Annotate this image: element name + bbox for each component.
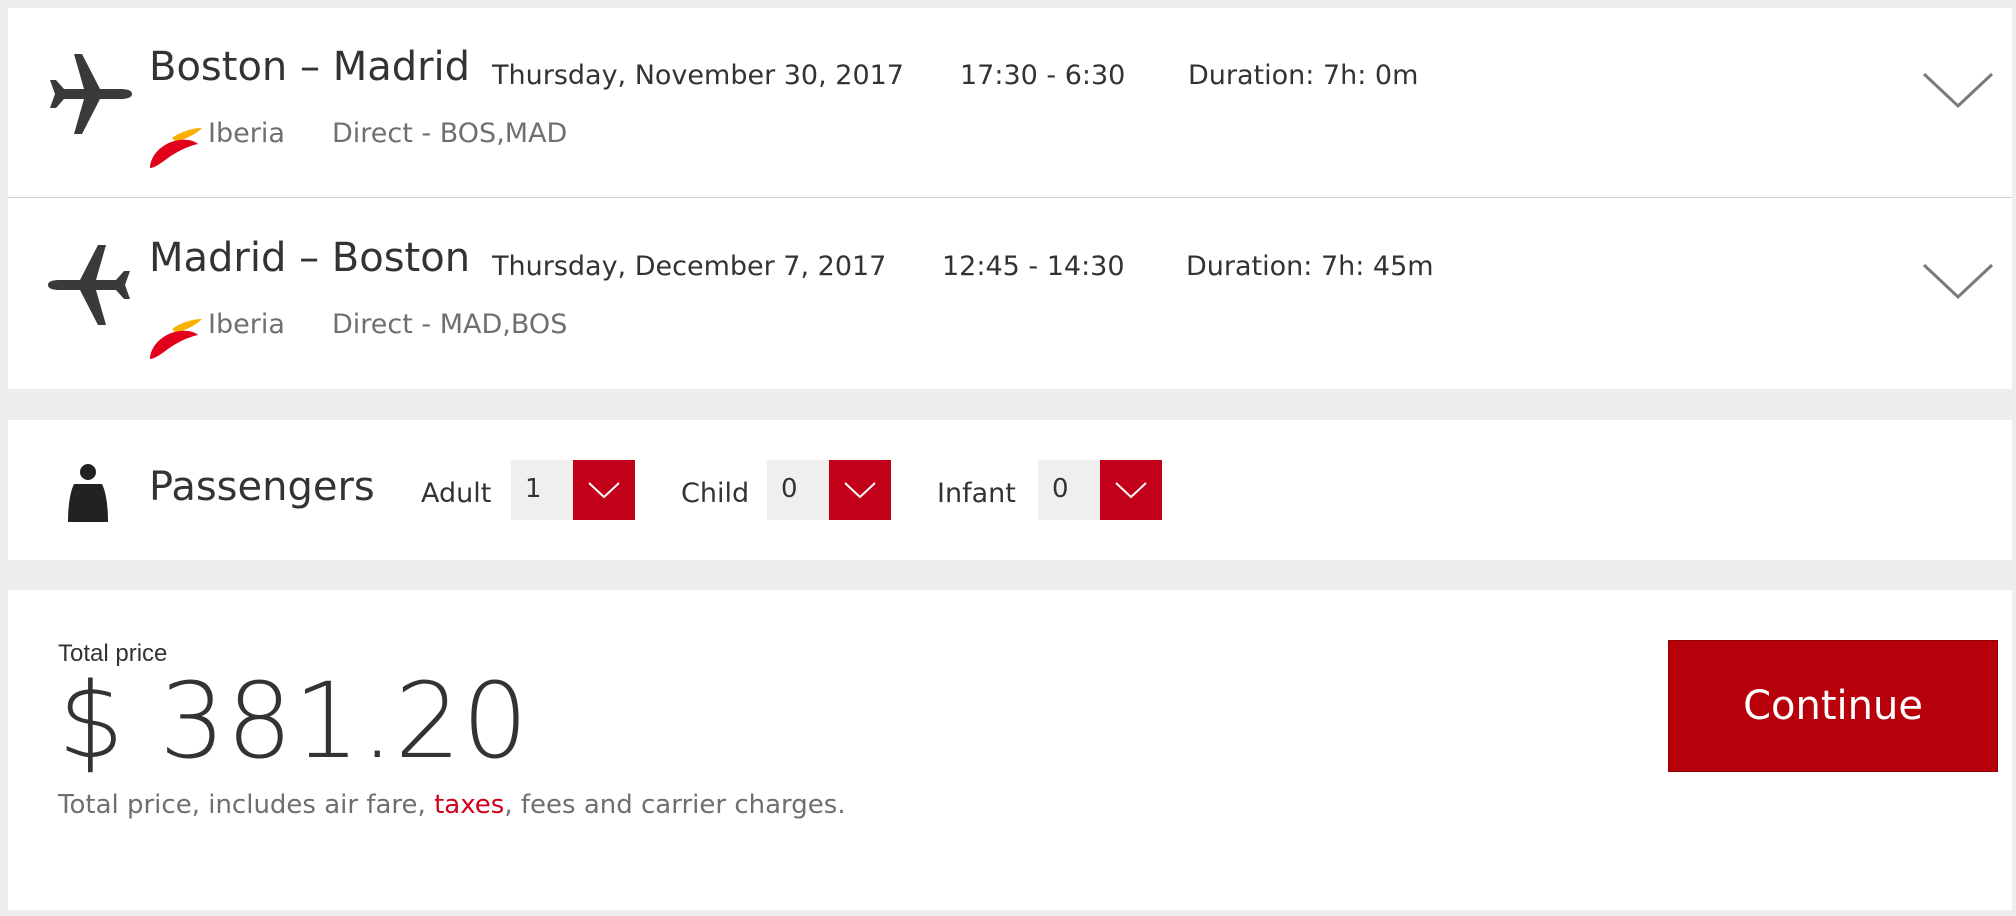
total-price-amount: $ 381.20 [58,660,530,782]
flight-time: 12:45 - 14:30 [942,251,1125,282]
child-label: Child [681,478,750,509]
flight-summary-card: Boston – Madrid Thursday, November 30, 2… [8,8,2012,389]
price-card: Total price $ 381.20 Total price, includ… [8,590,2012,910]
flight-stops: Direct - BOS,MAD [332,118,568,149]
airline-name: Iberia [208,118,285,149]
adult-dropdown-button[interactable] [573,460,635,520]
flight-date: Thursday, December 7, 2017 [492,251,887,282]
chevron-down-icon [1115,482,1147,499]
chevron-down-icon [844,482,876,499]
adult-label: Adult [421,478,492,509]
flight-row-return[interactable]: Madrid – Boston Thursday, December 7, 20… [8,199,2012,389]
child-selector[interactable]: 0 [767,460,891,520]
flight-route: Boston – Madrid [149,44,471,90]
plane-icon [48,245,130,325]
flight-duration: Duration: 7h: 45m [1186,251,1434,282]
iberia-logo-icon [150,128,202,168]
flight-time: 17:30 - 6:30 [960,60,1126,91]
infant-dropdown-button[interactable] [1100,460,1162,520]
chevron-down-icon[interactable] [1920,66,1996,116]
adult-count[interactable]: 1 [511,460,573,520]
iberia-logo-icon [150,319,202,359]
adult-selector[interactable]: 1 [511,460,635,520]
airline-name: Iberia [208,309,285,340]
passengers-card: Passengers Adult 1 Child 0 Infant 0 [8,420,2012,560]
chevron-down-icon [588,482,620,499]
child-dropdown-button[interactable] [829,460,891,520]
flight-stops: Direct - MAD,BOS [332,309,568,340]
flight-duration: Duration: 7h: 0m [1188,60,1419,91]
continue-button[interactable]: Continue [1668,640,1998,772]
plane-icon [50,54,132,134]
infant-count[interactable]: 0 [1038,460,1100,520]
price-note: Total price, includes air fare, taxes, f… [58,790,846,820]
chevron-down-icon[interactable] [1920,257,1996,307]
child-count[interactable]: 0 [767,460,829,520]
price-note-text-end: , fees and carrier charges. [504,790,846,820]
flight-row-outbound[interactable]: Boston – Madrid Thursday, November 30, 2… [8,8,2012,198]
person-icon [68,464,108,522]
passengers-title: Passengers [149,464,375,510]
taxes-link[interactable]: taxes [434,790,504,820]
flight-date: Thursday, November 30, 2017 [492,60,904,91]
infant-selector[interactable]: 0 [1038,460,1162,520]
flight-route: Madrid – Boston [149,235,471,281]
infant-label: Infant [937,478,1016,509]
price-note-text: Total price, includes air fare, [58,790,435,820]
